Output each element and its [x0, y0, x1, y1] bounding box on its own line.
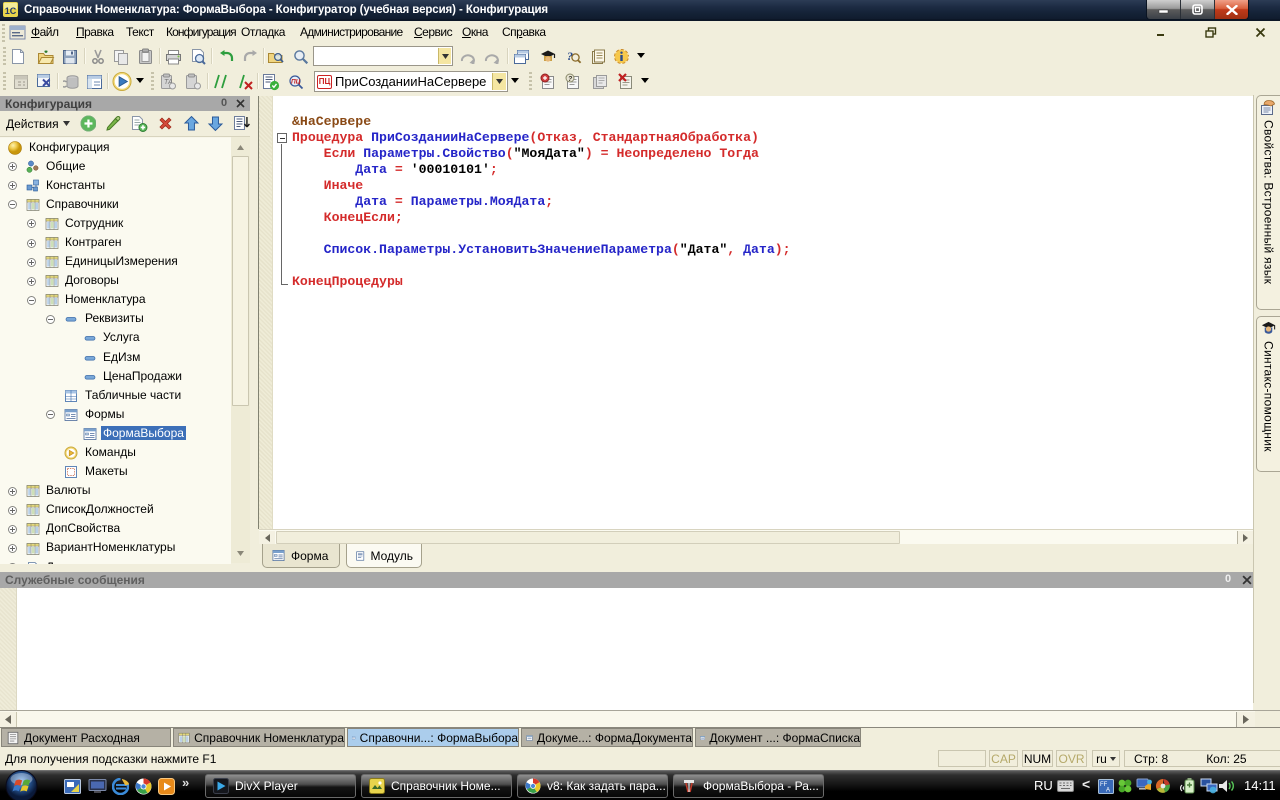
svg-text:A: A: [1106, 788, 1110, 794]
svg-text:?: ?: [568, 76, 573, 83]
svg-text:1C: 1C: [5, 6, 17, 16]
